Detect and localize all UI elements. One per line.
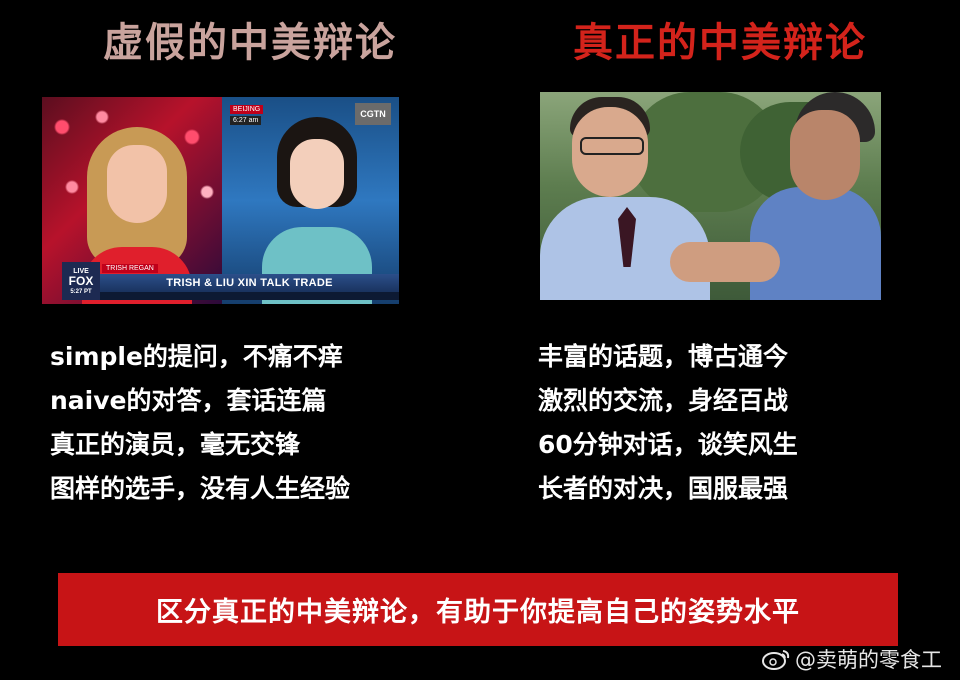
news-ticker: LIVE FOX 5:27 PT TRISH REGAN TRISH & LIU… [42,262,399,304]
beijing-time: 6:27 am [230,116,262,125]
lower-third-headline: TRISH & LIU XIN TALK TRADE [100,274,399,292]
weibo-icon [761,648,791,670]
elders-photo [540,92,881,300]
caption-line: 激烈的交流，身经百战 [538,386,789,415]
lower-third-strip [100,292,399,300]
caption-line: 图样的选手，没有人生经验 [50,474,351,503]
glasses-icon [580,137,644,155]
banner-text: 区分真正的中美辩论，有助于你提高自己的姿势水平 [156,597,800,628]
caption-line: 丰富的话题，博古通今 [538,342,789,371]
fox-time: 5:27 PT [70,288,92,295]
left-title: 虚假的中美辩论 [103,20,397,66]
left-caption-list: simple的提问，不痛不痒 naive的对答，套话连篇 真正的演员，毫无交锋 … [50,344,350,520]
caption-line: 60分钟对话，谈笑风生 [538,430,798,459]
right-title: 真正的中美辩论 [573,20,867,66]
caption-line: 长者的对决，国服最强 [538,474,789,503]
beijing-tag: BEIJING [230,105,264,114]
caption-line: naive的对答，套话连篇 [50,386,327,415]
caption-line: 真正的演员，毫无交锋 [50,430,301,459]
caption-line: simple的提问，不痛不痒 [50,342,343,371]
fox-logo: LIVE FOX 5:27 PT [62,262,100,300]
lower-third-name: TRISH REGAN [102,264,158,273]
watermark: @卖萌的零食工 [761,644,942,674]
right-caption-list: 丰富的话题，博古通今 激烈的交流，身经百战 60分钟对话，谈笑风生 长者的对决，… [538,344,798,520]
bottom-banner: 区分真正的中美辩论，有助于你提高自己的姿势水平 [58,573,898,646]
fox-label: FOX [68,273,94,288]
watermark-text: @卖萌的零食工 [795,648,942,672]
handshake [670,242,780,282]
tv-debate-photo: BEIJING 6:27 am CGTN LIVE FOX 5:27 PT TR… [42,97,399,304]
